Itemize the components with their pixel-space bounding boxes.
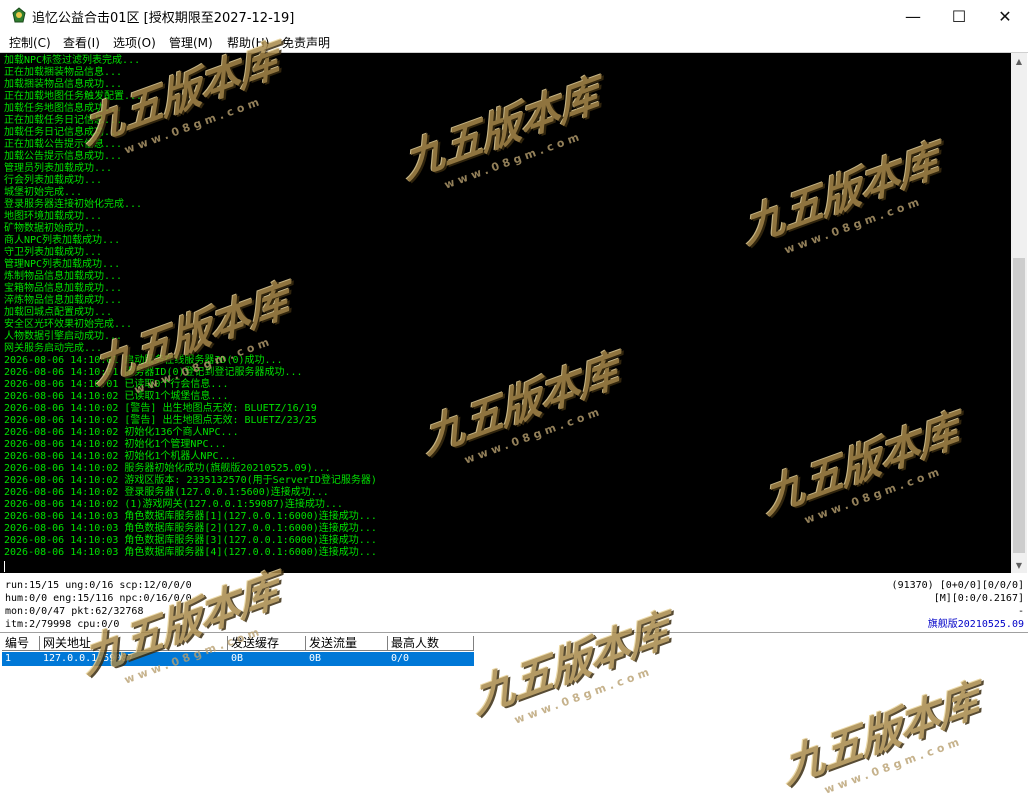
status-mon: mon:0/0/47 pkt:62/32768: [5, 606, 144, 617]
log-line: 2026-08-06 14:10:02 [警告] 出生地图点无效: BLUETZ…: [4, 415, 317, 426]
text-caret: [4, 561, 5, 572]
app-icon: [10, 7, 28, 25]
column-header-address[interactable]: 网关地址: [40, 636, 228, 651]
log-line: 淬炼物品信息加载成功...: [4, 295, 123, 306]
log-line: 安全区光环效果初始完成...: [4, 319, 133, 330]
log-line: 2026-08-06 14:10:02 登录服务器(127.0.0.1:5600…: [4, 487, 329, 498]
status-panel: run:15/15 ung:0/16 scp:12/0/0/0 hum:0/0 …: [0, 574, 1028, 633]
log-line: 正在加载地图任务触发配置...: [4, 91, 143, 102]
log-line: 正在加载公告提示信息...: [4, 139, 123, 150]
scroll-thumb[interactable]: [1013, 258, 1025, 553]
close-button[interactable]: ✕: [982, 0, 1028, 32]
log-line: 加载任务地图信息成功...: [4, 103, 123, 114]
column-header-id[interactable]: 编号: [2, 636, 40, 651]
column-header-send-buffer[interactable]: 发送缓存: [228, 636, 306, 651]
cell-id: 1: [5, 653, 12, 664]
watermark-logo: 九五版本库 www.08gm.com: [780, 674, 981, 797]
log-line: 管理员列表加载成功...: [4, 163, 113, 174]
menu-bar: 控制(C) 查看(I) 选项(O) 管理(M) 帮助(H) 免责声明: [0, 32, 1028, 53]
log-line: 2026-08-06 14:10:03 角色数据库服务器[2](127.0.0.…: [4, 523, 377, 534]
log-line: 2026-08-06 14:10:03 角色数据库服务器[3](127.0.0.…: [4, 535, 377, 546]
log-line: 宝箱物品信息加载成功...: [4, 283, 123, 294]
status-itm: itm:2/79998 cpu:0/0: [5, 619, 120, 630]
cell-address: 127.0.0.1:59087: [43, 653, 134, 664]
log-line: 商人NPC列表加载成功...: [4, 235, 121, 246]
cell-max-users: 0/0: [391, 653, 410, 664]
log-line: 加载NPC标签过滤列表完成...: [4, 55, 141, 66]
version-label: 旗舰版20210525.09: [927, 619, 1024, 630]
log-line: 2026-08-06 14:10:02 初始化1个机器人NPC...: [4, 451, 237, 462]
log-line: 加载回城点配置成功...: [4, 307, 113, 318]
log-line: 2026-08-06 14:10:02 初始化136个商人NPC...: [4, 427, 239, 438]
window-title: 追忆公益合击01区 [授权期限至2027-12-19]: [32, 11, 295, 26]
log-line: 守卫列表加载成功...: [4, 247, 103, 258]
log-line: 人物数据引擎启动成功...: [4, 331, 123, 342]
log-line: 2026-08-06 14:10:01 已读取0个行会信息...: [4, 379, 229, 390]
maximize-button[interactable]: ☐: [936, 0, 982, 32]
console-scrollbar[interactable]: ▲ ▼: [1011, 53, 1027, 573]
log-line: 城堡初始完成...: [4, 187, 83, 198]
log-line: 正在加载任务日记信息...: [4, 115, 123, 126]
menu-control[interactable]: 控制(C): [9, 34, 51, 51]
log-line: 加载公告提示信息成功...: [4, 151, 123, 162]
console-log[interactable]: 加载NPC标签过滤列表完成... 正在加载捆装物品信息... 加载捆装物品信息成功.…: [0, 53, 1011, 573]
menu-options[interactable]: 选项(O): [113, 34, 156, 51]
log-line: 2026-08-06 14:10:02 [警告] 出生地图点无效: BLUETZ…: [4, 403, 317, 414]
table-row[interactable]: 1 127.0.0.1:59087 0B 0B 0/0: [2, 652, 474, 666]
log-line: 2026-08-06 14:10:01 启动服务在线服务器ID(0)成功...: [4, 355, 283, 366]
minimize-button[interactable]: —: [890, 0, 936, 32]
log-line: 登录服务器连接初始化完成...: [4, 199, 143, 210]
menu-manage[interactable]: 管理(M): [169, 34, 213, 51]
menu-disclaimer[interactable]: 免责声明: [282, 34, 330, 51]
log-line: 2026-08-06 14:10:03 角色数据库服务器[1](127.0.0.…: [4, 511, 377, 522]
log-line: 管理NPC列表加载成功...: [4, 259, 121, 270]
menu-view[interactable]: 查看(I): [63, 34, 100, 51]
table-header: 编号 网关地址 发送缓存 发送流量 最高人数: [2, 636, 474, 652]
log-line: 矿物数据初始成功...: [4, 223, 103, 234]
scroll-down-icon[interactable]: ▼: [1011, 557, 1027, 573]
log-line: 行会列表加载成功...: [4, 175, 103, 186]
log-line: 地图环境加载成功...: [4, 211, 103, 222]
log-line: 2026-08-06 14:10:02 服务器初始化成功(旗舰版20210525…: [4, 463, 331, 474]
log-line: 加载捆装物品信息成功...: [4, 79, 123, 90]
gateway-table: 编号 网关地址 发送缓存 发送流量 最高人数 1 127.0.0.1:59087…: [2, 636, 474, 666]
scroll-up-icon[interactable]: ▲: [1011, 53, 1027, 69]
log-line: 加载任务日记信息成功...: [4, 127, 123, 138]
column-header-max-users[interactable]: 最高人数: [388, 636, 474, 651]
status-timing: [M][0:0/0.2167]: [933, 593, 1024, 604]
menu-help[interactable]: 帮助(H): [227, 34, 269, 51]
cell-send-traffic: 0B: [309, 653, 322, 664]
log-line: 2026-08-06 14:10:01 服务器ID(0)登记到登记服务器成功..…: [4, 367, 303, 378]
log-line: 2026-08-06 14:10:03 角色数据库服务器[4](127.0.0.…: [4, 547, 377, 558]
log-line: 2026-08-06 14:10:02 (1)游戏网关(127.0.0.1:59…: [4, 499, 343, 510]
log-line: 炼制物品信息加载成功...: [4, 271, 123, 282]
log-line: 2026-08-06 14:10:02 游戏区版本: 2335132570(用于…: [4, 475, 377, 486]
log-line: 2026-08-06 14:10:02 初始化1个管理NPC...: [4, 439, 227, 450]
log-line: 2026-08-06 14:10:02 已读取1个城堡信息...: [4, 391, 229, 402]
status-hum: hum:0/0 eng:15/116 npc:0/16/0/0: [5, 593, 192, 604]
column-header-send-traffic[interactable]: 发送流量: [306, 636, 388, 651]
cell-send-buffer: 0B: [231, 653, 244, 664]
log-line: 正在加载捆装物品信息...: [4, 67, 123, 78]
title-bar: 追忆公益合击01区 [授权期限至2027-12-19] — ☐ ✕: [0, 0, 1028, 32]
log-line: 网关服务启动完成...: [4, 343, 103, 354]
status-counter: (91370) [0+0/0][0/0/0]: [891, 580, 1024, 591]
status-run: run:15/15 ung:0/16 scp:12/0/0/0: [5, 580, 192, 591]
status-dash: -: [1017, 606, 1024, 617]
